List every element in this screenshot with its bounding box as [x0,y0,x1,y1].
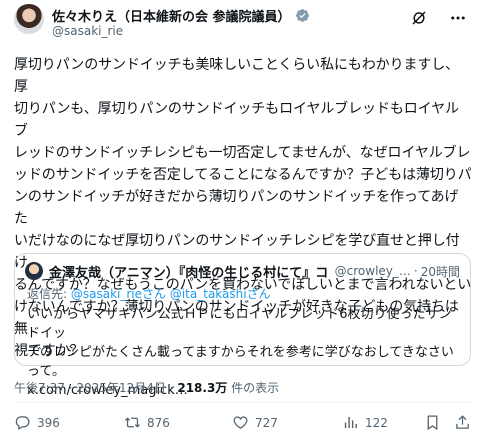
action-bar: 396 876 727 122 [0,412,480,436]
repost-count: 876 [147,415,170,430]
post-header: 佐々木りえ（日本維新の会 参議院議員） @sasaki_rie [0,0,480,44]
quoted-post-header: 金澤友哉（アニマン）『肉怪の生じる村にて』コミ… @crowley_… · 20… [25,262,460,281]
divider [14,402,471,403]
reply-count: 396 [37,415,60,430]
reply-to-prefix: 返信先: [27,287,71,301]
author-handle[interactable]: @sasaki_rie [52,24,123,38]
like-count: 727 [255,415,278,430]
quoted-post-time: 20時間 [420,264,460,279]
share-button[interactable] [454,414,471,431]
quoted-author-handle: @crowley_… [334,264,411,278]
author-avatar[interactable] [14,4,44,34]
quoted-author-name: 金澤友哉（アニマン）『肉怪の生じる村にて』コミ… [49,265,329,281]
quoted-reply-to: 返信先: @sasaki_rieさん @ita_takashiさん [27,285,271,302]
repost-icon [124,417,141,428]
author-name-row: 佐々木りえ（日本維新の会 参議院議員） [52,6,310,25]
bookmark-button[interactable] [424,414,441,431]
like-icon [233,416,248,429]
verified-badge-icon [295,9,309,22]
analytics-button[interactable]: 122 [342,414,388,431]
analytics-count: 122 [365,415,388,430]
reply-to-mention-2[interactable]: @ita_takashiさん [170,287,271,301]
analytics-icon [344,416,357,429]
repost-button[interactable]: 876 [124,414,170,431]
bookmark-icon [427,415,438,431]
reply-to-mention-1[interactable]: @sasaki_rieさん [71,287,166,301]
views-count: 218.3万 [177,381,228,395]
reply-button[interactable]: 396 [14,414,60,431]
separator-dot: · [413,264,418,278]
quoted-post[interactable]: 金澤友哉（アニマン）『肉怪の生じる村にて』コミ… @crowley_… · 20… [14,253,471,398]
author-display-name[interactable]: 佐々木りえ（日本維新の会 参議院議員） [52,6,291,25]
post-time[interactable]: 午後7:37 [14,381,65,395]
share-icon [456,415,469,429]
views-label: 件の表示 [231,381,280,395]
quoted-author-avatar [25,262,43,280]
reply-icon [15,416,30,431]
post-meta: 午後7:37 · 2025年12月4日 · 218.3万 件の表示 [14,379,279,396]
more-icon[interactable] [449,9,467,27]
post-date[interactable]: 2025年12月4日 [76,381,165,395]
like-button[interactable]: 727 [232,414,278,431]
grok-icon[interactable] [410,9,428,27]
